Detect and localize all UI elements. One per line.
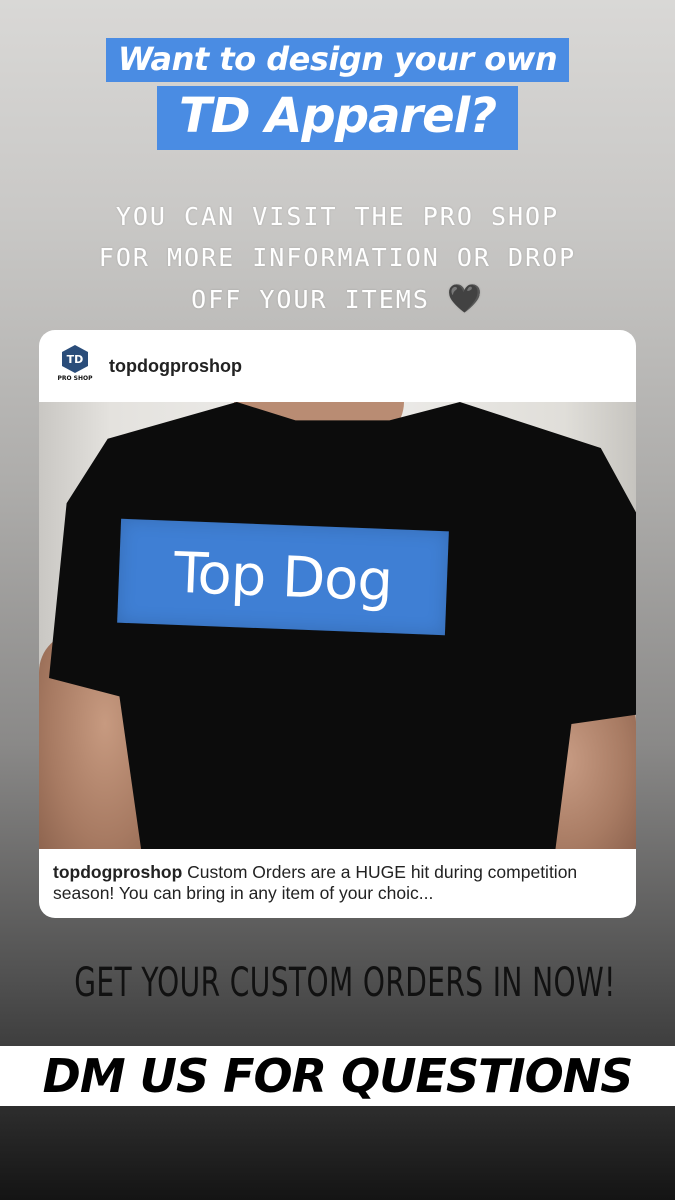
avatar-caption: PRO SHOP — [57, 375, 93, 382]
headline-line-2: TD Apparel? — [156, 86, 519, 150]
td-logo-icon: TD — [62, 345, 88, 373]
subtext: YOU CAN VISIT THE PRO SHOP FOR MORE INFO… — [20, 196, 655, 320]
cta-banner: DM US FOR QUESTIONS — [0, 1046, 675, 1106]
shared-post-card[interactable]: TD PRO SHOP topdogproshop Top Dog topdog… — [39, 330, 636, 918]
cta-line-1: GET YOUR CUSTOM ORDERS IN NOW! — [74, 960, 616, 1006]
subtext-line-3: OFF YOUR ITEMS — [191, 285, 430, 314]
headline-line-1: Want to design your own — [105, 38, 570, 82]
shirt-print: Top Dog — [117, 518, 449, 636]
subtext-line-2: FOR MORE INFORMATION OR DROP — [98, 243, 577, 272]
cta-line-2: DM US FOR QUESTIONS — [42, 1049, 634, 1103]
avatar[interactable]: TD PRO SHOP — [57, 345, 93, 387]
subtext-line-1: YOU CAN VISIT THE PRO SHOP — [115, 202, 560, 231]
post-header[interactable]: TD PRO SHOP topdogproshop — [39, 330, 636, 402]
caption-username[interactable]: topdogproshop — [53, 862, 182, 882]
post-photo[interactable]: Top Dog — [39, 402, 636, 849]
post-caption: topdogproshop Custom Orders are a HUGE h… — [53, 862, 618, 904]
black-heart-icon: 🖤 — [446, 282, 484, 315]
headline: Want to design your own TD Apparel? — [0, 38, 675, 150]
post-username[interactable]: topdogproshop — [109, 356, 242, 377]
subtext-line-3-wrap: OFF YOUR ITEMS 🖤 — [20, 278, 655, 320]
